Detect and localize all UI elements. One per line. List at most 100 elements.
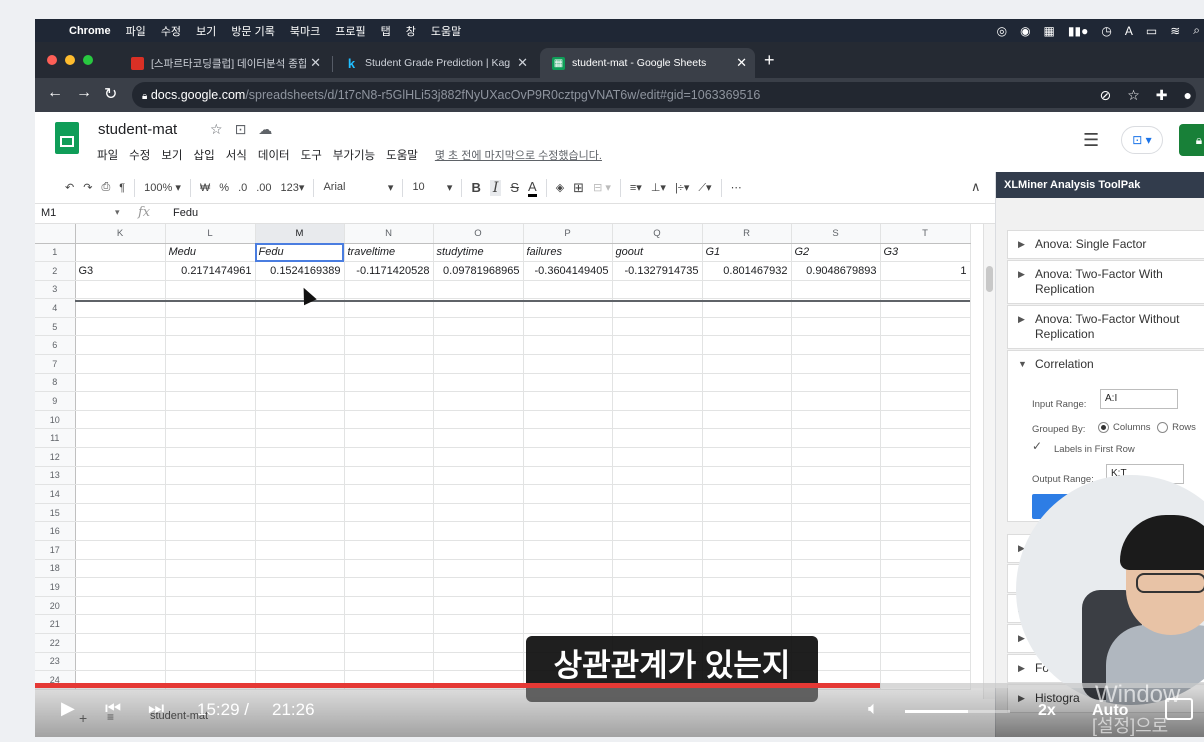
cell[interactable] [165,577,256,597]
cell[interactable] [165,484,256,504]
cell[interactable] [791,559,881,579]
menubar-item[interactable]: 탭 [381,23,391,39]
cell[interactable]: Medu [165,243,256,263]
cell[interactable] [702,410,792,430]
align-horizontal-icon[interactable]: ≡▾ [630,181,642,194]
cell[interactable] [344,354,434,374]
cell[interactable]: traveltime [344,243,434,263]
cell[interactable] [523,317,613,337]
row-header[interactable]: 19 [35,577,76,597]
cell[interactable] [75,503,166,523]
font-select[interactable]: Arial ▾ [323,181,393,194]
cell[interactable] [612,335,703,356]
column-header-q[interactable]: Q [612,224,703,244]
scrollbar-thumb[interactable] [986,266,993,292]
cell[interactable] [344,391,434,411]
cell[interactable] [612,614,703,634]
cell[interactable] [255,447,345,467]
move-folder-icon[interactable]: ⊡ [235,121,247,138]
cell[interactable] [612,577,703,597]
cell[interactable] [791,373,881,393]
cell[interactable] [433,503,524,523]
cell[interactable] [523,577,613,597]
cell[interactable] [791,614,881,634]
cell[interactable] [165,596,256,616]
cell[interactable] [880,317,971,337]
cell[interactable] [344,633,434,653]
select-all-corner[interactable] [35,224,76,244]
cell[interactable] [433,317,524,337]
cell[interactable] [75,447,166,467]
cell[interactable] [344,540,434,560]
cell[interactable] [880,373,971,393]
cell[interactable] [255,354,345,374]
cell[interactable] [702,484,792,504]
row-header[interactable]: 15 [35,503,76,523]
cell[interactable] [612,559,703,579]
row-header[interactable]: 7 [35,354,76,374]
browser-tab-sparta[interactable]: [스파르타코딩클럽] 데이터분석 종합 ✕ [119,48,329,78]
new-tab-icon[interactable]: + [764,50,775,71]
play-icon[interactable]: ▶ [61,698,75,719]
cell[interactable] [344,410,434,430]
document-title[interactable]: student-mat [98,121,177,138]
cell[interactable]: goout [612,243,703,263]
cell[interactable] [791,280,881,300]
cell[interactable] [791,540,881,560]
cell[interactable]: 0.9048679893 [791,261,881,281]
cell[interactable] [612,280,703,300]
previous-icon[interactable]: ⏮ [105,698,121,719]
cell[interactable] [255,614,345,634]
cell[interactable] [880,447,971,467]
cell[interactable] [523,521,613,541]
cell[interactable] [523,540,613,560]
cell[interactable] [433,484,524,504]
cell[interactable] [702,391,792,411]
cell[interactable] [612,373,703,393]
cell[interactable] [344,614,434,634]
playback-speed-button[interactable]: 2x [1038,702,1056,720]
browser-tab-kaggle[interactable]: k Student Grade Prediction | Kag ✕ [333,48,536,78]
labels-checkbox[interactable]: ✓ [1032,439,1042,453]
name-box[interactable]: M1 [41,207,56,219]
cell[interactable] [344,373,434,393]
sheets-menu-item[interactable]: 보기 [161,147,182,163]
cell[interactable] [165,280,256,300]
grid-icon[interactable]: ▦ [1044,24,1055,38]
cell[interactable] [75,521,166,541]
cell[interactable] [523,596,613,616]
cell[interactable] [702,317,792,337]
column-header-s[interactable]: S [791,224,881,244]
cell[interactable] [75,652,166,672]
cell[interactable]: -0.3604149405 [523,261,613,281]
merge-cells-icon[interactable]: ⊟ ▾ [593,181,611,194]
cell[interactable] [433,614,524,634]
row-header[interactable]: 16 [35,521,76,541]
add-sheet-icon[interactable]: + [79,710,87,726]
address-bar[interactable]: 🔒︎ docs.google.com/spreadsheets/d/1t7cN8… [132,82,1196,108]
cell[interactable] [433,428,524,449]
row-header[interactable]: 13 [35,466,76,486]
cell[interactable] [523,428,613,449]
cell[interactable] [612,503,703,523]
cell[interactable] [702,521,792,541]
cell[interactable] [612,317,703,337]
cell[interactable] [433,596,524,616]
row-header[interactable]: 6 [35,335,76,356]
cpu-icon[interactable]: ▮▮● [1068,24,1088,38]
minimize-window-button[interactable] [65,55,75,65]
cell[interactable] [165,503,256,523]
chevron-up-icon[interactable]: ∧ [971,179,981,195]
cell[interactable] [702,373,792,393]
menubar-item[interactable]: 보기 [196,23,216,39]
cell[interactable] [791,484,881,504]
sheets-logo-icon[interactable] [55,122,79,154]
decrease-decimal-button[interactable]: .0 [238,182,247,194]
text-wrap-icon[interactable]: |÷▾ [675,181,689,194]
cell[interactable] [165,335,256,356]
cell[interactable] [612,354,703,374]
cell[interactable] [344,503,434,523]
cell[interactable] [344,596,434,616]
cell[interactable] [702,577,792,597]
cell[interactable] [523,614,613,634]
